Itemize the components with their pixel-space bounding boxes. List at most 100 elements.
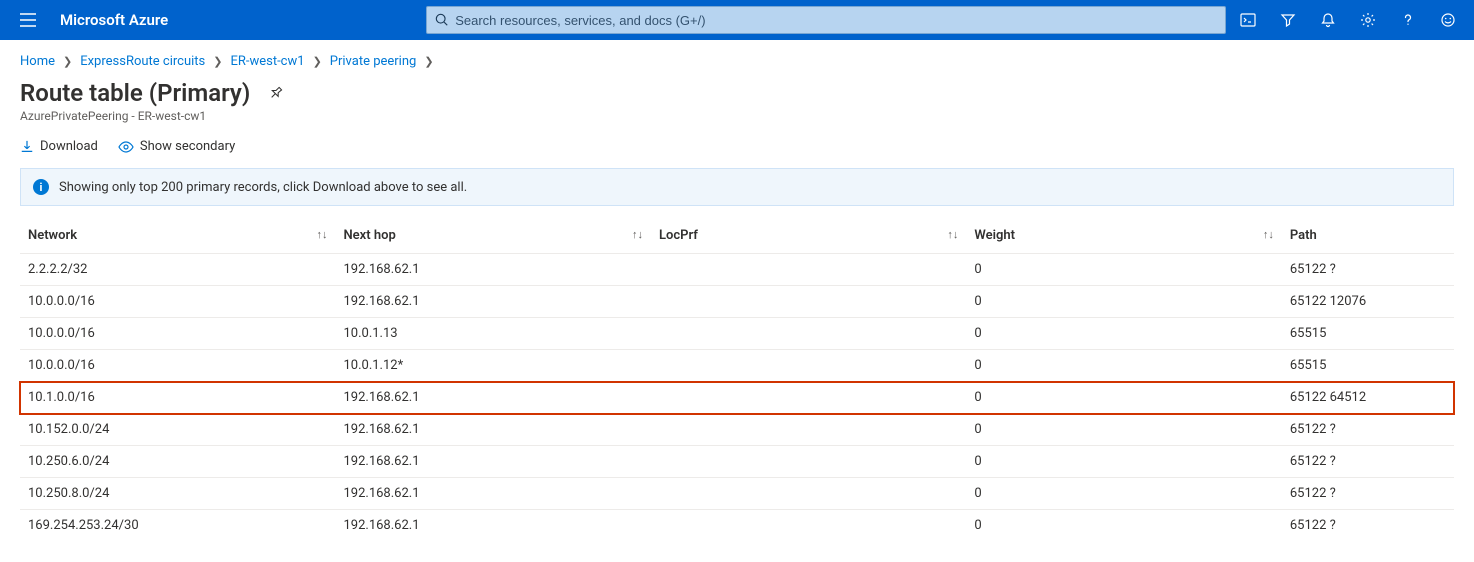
download-icon	[20, 140, 34, 154]
menu-hamburger-button[interactable]	[8, 0, 48, 40]
topbar-icons	[1230, 0, 1466, 40]
chevron-right-icon: ❯	[422, 55, 435, 68]
banner-text: Showing only top 200 primary records, cl…	[59, 180, 467, 195]
breadcrumb: Home ❯ ExpressRoute circuits ❯ ER-west-c…	[0, 40, 1474, 75]
cloud-shell-icon[interactable]	[1230, 0, 1266, 40]
cell-network: 10.0.0.0/16	[20, 286, 335, 318]
download-button[interactable]: Download	[20, 139, 98, 154]
feedback-smiley-icon[interactable]	[1430, 0, 1466, 40]
cell-loc-prf	[651, 478, 966, 510]
directory-filter-icon[interactable]	[1270, 0, 1306, 40]
cell-loc-prf	[651, 510, 966, 542]
table-row[interactable]: 10.250.6.0/24192.168.62.1 065122 ?	[20, 446, 1454, 478]
cell-network: 10.152.0.0/24	[20, 414, 335, 446]
cell-next-hop: 192.168.62.1	[335, 382, 650, 414]
brand-label: Microsoft Azure	[48, 11, 192, 29]
table-row[interactable]: 10.0.0.0/1610.0.1.12* 065515	[20, 350, 1454, 382]
chevron-right-icon: ❯	[211, 55, 224, 68]
cell-path: 65122 ?	[1282, 478, 1454, 510]
col-weight[interactable]: Weight↑↓	[966, 214, 1281, 254]
cell-network: 10.0.0.0/16	[20, 318, 335, 350]
show-secondary-button[interactable]: Show secondary	[118, 139, 235, 154]
global-search-input[interactable]	[426, 6, 1226, 34]
cell-weight: 0	[966, 286, 1281, 318]
sort-icon[interactable]: ↑↓	[1263, 228, 1274, 241]
cell-weight: 0	[966, 446, 1281, 478]
table-row[interactable]: 2.2.2.2/32192.168.62.1 065122 ?	[20, 254, 1454, 286]
sort-icon[interactable]: ↑↓	[947, 228, 958, 241]
eye-icon	[118, 140, 134, 154]
table-header-row: Network↑↓ Next hop↑↓ LocPrf↑↓ Weight↑↓ P…	[20, 214, 1454, 254]
breadcrumb-home[interactable]: Home	[20, 54, 55, 69]
cell-path: 65515	[1282, 350, 1454, 382]
cell-path: 65122 ?	[1282, 446, 1454, 478]
table-row[interactable]: 10.0.0.0/1610.0.1.13 065515	[20, 318, 1454, 350]
cell-path: 65122 ?	[1282, 414, 1454, 446]
cell-weight: 0	[966, 414, 1281, 446]
chevron-right-icon: ❯	[61, 55, 74, 68]
table-row[interactable]: 10.250.8.0/24192.168.62.1 065122 ?	[20, 478, 1454, 510]
help-icon[interactable]	[1390, 0, 1426, 40]
cell-loc-prf	[651, 382, 966, 414]
info-icon: i	[33, 179, 49, 195]
table-row[interactable]: 169.254.253.24/30192.168.62.1 065122 ?	[20, 510, 1454, 542]
info-banner: i Showing only top 200 primary records, …	[20, 168, 1454, 206]
cell-network: 10.250.8.0/24	[20, 478, 335, 510]
title-row: Route table (Primary)	[0, 75, 1474, 107]
table-row[interactable]: 10.1.0.0/16192.168.62.1 065122 64512	[20, 382, 1454, 414]
cell-network: 2.2.2.2/32	[20, 254, 335, 286]
table-row[interactable]: 10.152.0.0/24192.168.62.1 065122 ?	[20, 414, 1454, 446]
cell-weight: 0	[966, 510, 1281, 542]
cell-next-hop: 192.168.62.1	[335, 510, 650, 542]
cell-network: 10.1.0.0/16	[20, 382, 335, 414]
topbar: Microsoft Azure	[0, 0, 1474, 40]
cell-loc-prf	[651, 414, 966, 446]
cell-loc-prf	[651, 446, 966, 478]
cell-next-hop: 10.0.1.13	[335, 318, 650, 350]
breadcrumb-peering[interactable]: Private peering	[330, 54, 417, 69]
page-title: Route table (Primary)	[20, 79, 250, 107]
route-table: Network↑↓ Next hop↑↓ LocPrf↑↓ Weight↑↓ P…	[0, 214, 1474, 541]
cell-path: 65515	[1282, 318, 1454, 350]
cell-next-hop: 192.168.62.1	[335, 286, 650, 318]
cell-next-hop: 192.168.62.1	[335, 254, 650, 286]
sort-icon[interactable]: ↑↓	[316, 228, 327, 241]
command-bar: Download Show secondary	[0, 133, 1474, 164]
search-wrap	[426, 6, 1226, 34]
page-subtitle: AzurePrivatePeering - ER-west-cw1	[0, 107, 1474, 133]
cell-loc-prf	[651, 254, 966, 286]
cell-path: 65122 ?	[1282, 254, 1454, 286]
col-path[interactable]: Path	[1282, 214, 1454, 254]
cell-loc-prf	[651, 318, 966, 350]
cell-weight: 0	[966, 254, 1281, 286]
table-row[interactable]: 10.0.0.0/16192.168.62.1 065122 12076	[20, 286, 1454, 318]
cell-path: 65122 ?	[1282, 510, 1454, 542]
chevron-right-icon: ❯	[311, 55, 324, 68]
cell-loc-prf	[651, 286, 966, 318]
col-next-hop[interactable]: Next hop↑↓	[335, 214, 650, 254]
cell-weight: 0	[966, 318, 1281, 350]
cell-loc-prf	[651, 350, 966, 382]
cell-weight: 0	[966, 478, 1281, 510]
col-network[interactable]: Network↑↓	[20, 214, 335, 254]
sort-icon[interactable]: ↑↓	[632, 228, 643, 241]
cell-weight: 0	[966, 382, 1281, 414]
col-loc-prf[interactable]: LocPrf↑↓	[651, 214, 966, 254]
cell-path: 65122 64512	[1282, 382, 1454, 414]
settings-gear-icon[interactable]	[1350, 0, 1386, 40]
show-secondary-label: Show secondary	[140, 139, 235, 154]
search-field[interactable]	[455, 13, 1217, 28]
cell-network: 169.254.253.24/30	[20, 510, 335, 542]
breadcrumb-expressroute[interactable]: ExpressRoute circuits	[80, 54, 205, 69]
cell-next-hop: 192.168.62.1	[335, 446, 650, 478]
download-label: Download	[40, 139, 98, 154]
cell-next-hop: 10.0.1.12*	[335, 350, 650, 382]
notifications-bell-icon[interactable]	[1310, 0, 1346, 40]
cell-next-hop: 192.168.62.1	[335, 414, 650, 446]
cell-weight: 0	[966, 350, 1281, 382]
cell-path: 65122 12076	[1282, 286, 1454, 318]
cell-network: 10.0.0.0/16	[20, 350, 335, 382]
breadcrumb-circuit[interactable]: ER-west-cw1	[230, 54, 304, 69]
cell-network: 10.250.6.0/24	[20, 446, 335, 478]
cell-next-hop: 192.168.62.1	[335, 478, 650, 510]
